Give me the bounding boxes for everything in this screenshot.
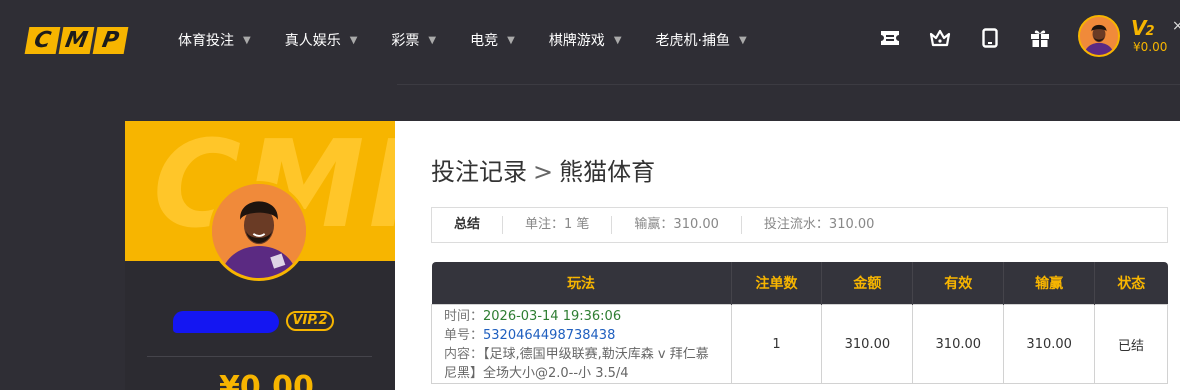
chevron-down-icon: ▼: [428, 34, 437, 46]
vip-level: 2: [1145, 24, 1154, 39]
summary-title: 总结: [432, 216, 504, 234]
menu-item-card-games[interactable]: 棋牌游戏 ▼: [549, 30, 622, 50]
label: 单号：: [444, 328, 484, 343]
summary-orders: 单注：1 笔: [503, 216, 613, 234]
vip-badge: VIP.2: [286, 311, 334, 331]
breadcrumb-parent[interactable]: 投注记录: [431, 158, 527, 186]
profile-balance: ¥0.00: [219, 370, 314, 390]
logo-letter: P: [92, 27, 129, 54]
divider: [147, 356, 372, 357]
table-row[interactable]: 时间：2026-03-14 19:36:06 单号：53204644987384…: [431, 304, 1168, 384]
summary-turnover: 投注流水：310.00: [763, 217, 875, 232]
summary-profit: 输赢：310.00: [612, 216, 742, 234]
vip-letter: V: [1131, 16, 1147, 40]
column-header-status: 状态: [1094, 262, 1168, 305]
breadcrumb-separator: >: [533, 158, 554, 186]
ticket-icon[interactable]: [878, 26, 902, 50]
bet-amount: 310.00: [821, 304, 914, 384]
column-header-bet-type: 玩法: [431, 262, 732, 305]
menu-item-esports[interactable]: 电竞 ▼: [470, 30, 515, 50]
bet-valid: 310.00: [912, 304, 1005, 384]
table-header-row: 玩法 注单数 金额 有效 输赢 状态: [431, 262, 1168, 305]
menu-item-label: 老虎机·捕鱼: [655, 33, 730, 49]
vip-level-tag: V2: [1131, 16, 1155, 40]
column-header-valid: 有效: [912, 262, 1005, 305]
bet-time: 2026-03-14 19:36:06: [483, 309, 622, 324]
bet-records-table: 玩法 注单数 金额 有效 输赢 状态 时间：2026-03-14 19:36:0…: [431, 262, 1168, 384]
profile-card: CMP VIP.2 ¥0.00: [125, 121, 395, 390]
menu-item-sports[interactable]: 体育投注 ▼: [178, 30, 251, 50]
bet-profit: 310.00: [1003, 304, 1096, 384]
main-panel: 投注记录 > 熊猫体育 总结 单注：1 笔 输赢：310.00 投注流水：310.0…: [395, 121, 1180, 390]
divider: [397, 84, 1180, 85]
menu-item-label: 棋牌游戏: [548, 33, 605, 49]
bet-order-line: 单号：5320464498738438: [444, 326, 719, 345]
bet-status: 已结: [1094, 304, 1168, 384]
crown-icon[interactable]: [928, 26, 952, 50]
menu-item-lottery[interactable]: 彩票 ▼: [391, 30, 436, 50]
top-nav: C M P 体育投注 ▼ 真人娱乐 ▼ 彩票 ▼ 电竞 ▼ 棋牌游戏 ▼ 老虎机…: [0, 0, 1180, 80]
username-redacted: [173, 311, 279, 333]
profile-avatar[interactable]: [209, 181, 309, 281]
avatar[interactable]: [1078, 15, 1120, 57]
breadcrumb: 投注记录 > 熊猫体育: [431, 152, 655, 187]
chevron-down-icon: ▼: [738, 34, 747, 46]
main-menu: 体育投注 ▼ 真人娱乐 ▼ 彩票 ▼ 电竞 ▼ 棋牌游戏 ▼ 老虎机·捕鱼 ▼: [178, 30, 781, 50]
bet-count: 1: [730, 304, 823, 384]
menu-item-label: 彩票: [391, 33, 420, 49]
menu-item-slots-fishing[interactable]: 老虎机·捕鱼 ▼: [656, 30, 747, 50]
bet-detail-cell: 时间：2026-03-14 19:36:06 单号：53204644987384…: [431, 304, 732, 384]
tablet-icon[interactable]: [978, 26, 1002, 50]
chevron-down-icon: ▼: [243, 34, 251, 46]
column-header-amount: 金额: [821, 262, 914, 305]
header-balance: ¥0.00: [1133, 40, 1168, 54]
column-header-profit: 输赢: [1003, 262, 1096, 305]
gift-icon[interactable]: [1028, 26, 1052, 50]
chevron-down-icon: ▼: [507, 34, 515, 46]
menu-item-label: 真人娱乐: [284, 33, 341, 49]
logo-letter: M: [58, 27, 95, 54]
column-header-count: 注单数: [731, 262, 823, 305]
summary-bar: 总结 单注：1 笔 输赢：310.00 投注流水：310.00: [431, 207, 1168, 243]
bet-content-line: 内容：【足球,德国甲级联赛,勒沃库森 v 拜仁慕尼黑】全场大小@2.0--小 3…: [444, 345, 719, 383]
menu-item-label: 电竞: [470, 33, 499, 49]
chevron-down-icon: ▼: [613, 34, 622, 46]
bet-time-line: 时间：2026-03-14 19:36:06: [444, 307, 719, 326]
menu-item-label: 体育投注: [178, 33, 234, 49]
logo[interactable]: C M P: [24, 27, 129, 54]
label: 时间：: [444, 309, 484, 324]
menu-item-live-casino[interactable]: 真人娱乐 ▼: [285, 30, 358, 50]
close-icon[interactable]: ×: [1172, 18, 1180, 34]
header-icons: [878, 26, 1052, 50]
bet-content: 【足球,德国甲级联赛,勒沃库森 v 拜仁慕尼黑】全场大小@2.0--小 3.5/…: [444, 347, 709, 381]
label: 内容：: [444, 347, 484, 362]
breadcrumb-current: 熊猫体育: [559, 158, 656, 186]
bet-order-number[interactable]: 5320464498738438: [483, 328, 615, 343]
chevron-down-icon: ▼: [349, 34, 358, 46]
logo-letter: C: [24, 27, 61, 54]
